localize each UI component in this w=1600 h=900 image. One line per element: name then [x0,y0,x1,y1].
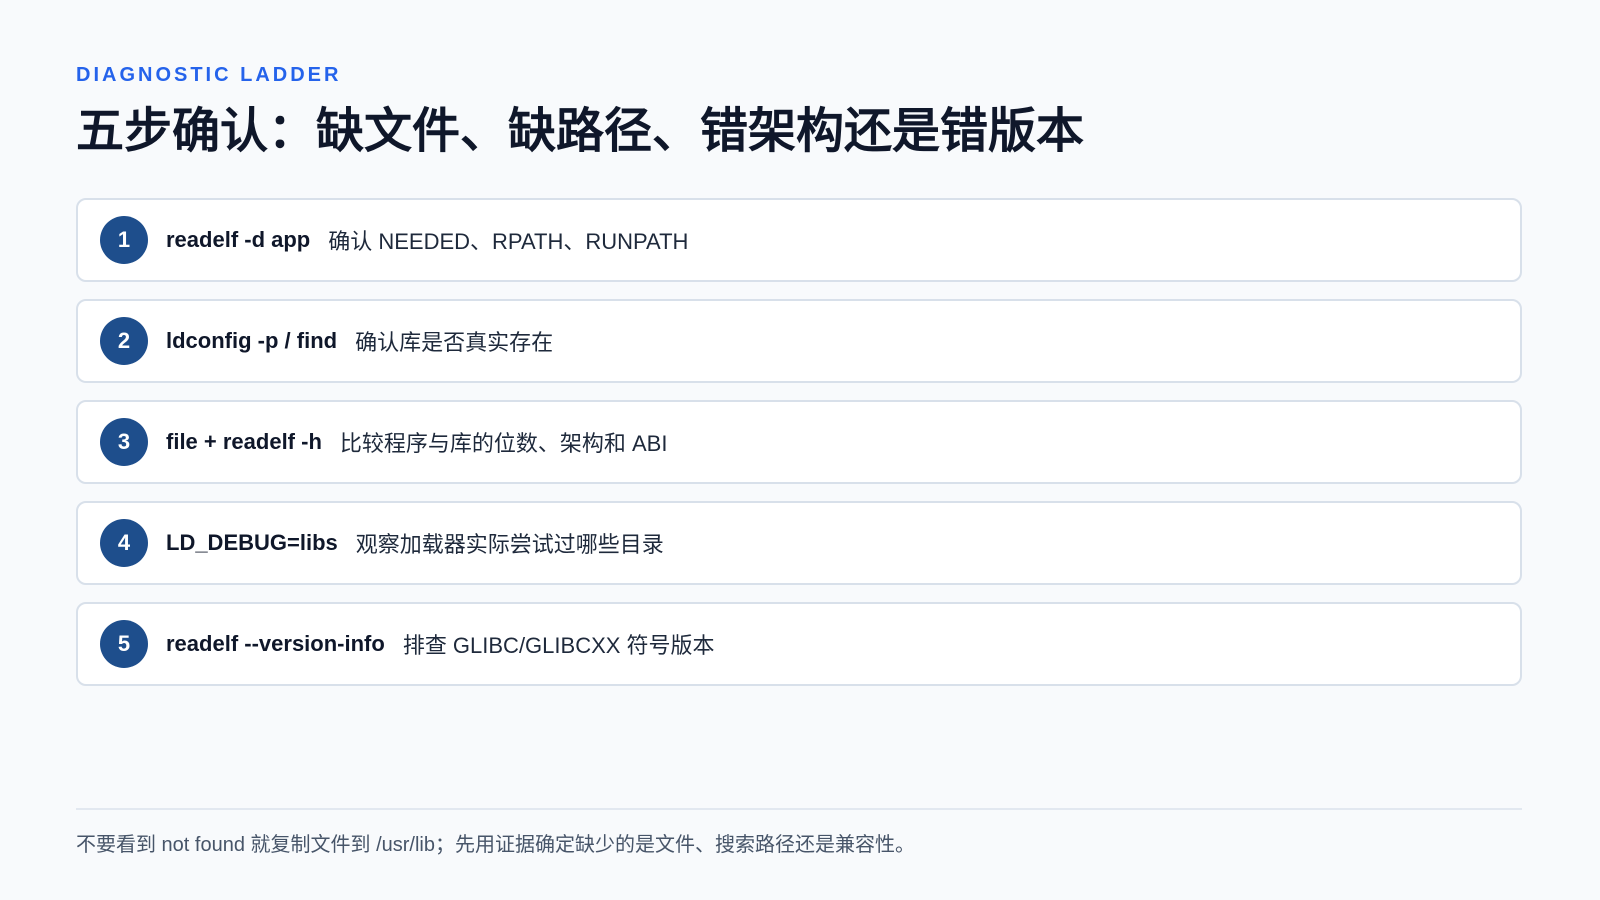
step-command: readelf -d app [166,227,311,252]
step-command: file + readelf -h [166,429,322,454]
step-number-badge: 5 [100,620,148,668]
step-command: ldconfig -p / find [166,328,338,353]
page-title: 五步确认：缺文件、缺路径、错架构还是错版本 [76,105,1085,158]
step-description: 排查 GLIBC/GLIBCXX 符号版本 [402,633,715,658]
step-list: 1 readelf -d app 确认 NEEDED、RPATH、RUNPATH… [76,198,1522,703]
step-description: 比较程序与库的位数、架构和 ABI [339,431,668,456]
footer-divider [76,808,1522,810]
step-card: 4 LD_DEBUG=libs 观察加载器实际尝试过哪些目录 [76,501,1522,585]
step-description: 观察加载器实际尝试过哪些目录 [355,532,664,557]
step-number-badge: 1 [100,216,148,264]
step-card: 2 ldconfig -p / find 确认库是否真实存在 [76,299,1522,383]
step-description: 确认 NEEDED、RPATH、RUNPATH [328,229,689,254]
step-number-badge: 4 [100,519,148,567]
step-number-badge: 2 [100,317,148,365]
step-command: readelf --version-info [166,631,385,656]
step-card: 1 readelf -d app 确认 NEEDED、RPATH、RUNPATH [76,198,1522,282]
step-command: LD_DEBUG=libs [166,530,338,555]
step-card: 5 readelf --version-info 排查 GLIBC/GLIBCX… [76,602,1522,686]
eyebrow-label: DIAGNOSTIC LADDER [76,64,342,86]
step-description: 确认库是否真实存在 [355,330,554,355]
footnote: 不要看到 not found 就复制文件到 /usr/lib；先用证据确定缺少的… [76,834,915,856]
step-card: 3 file + readelf -h 比较程序与库的位数、架构和 ABI [76,400,1522,484]
step-number-badge: 3 [100,418,148,466]
